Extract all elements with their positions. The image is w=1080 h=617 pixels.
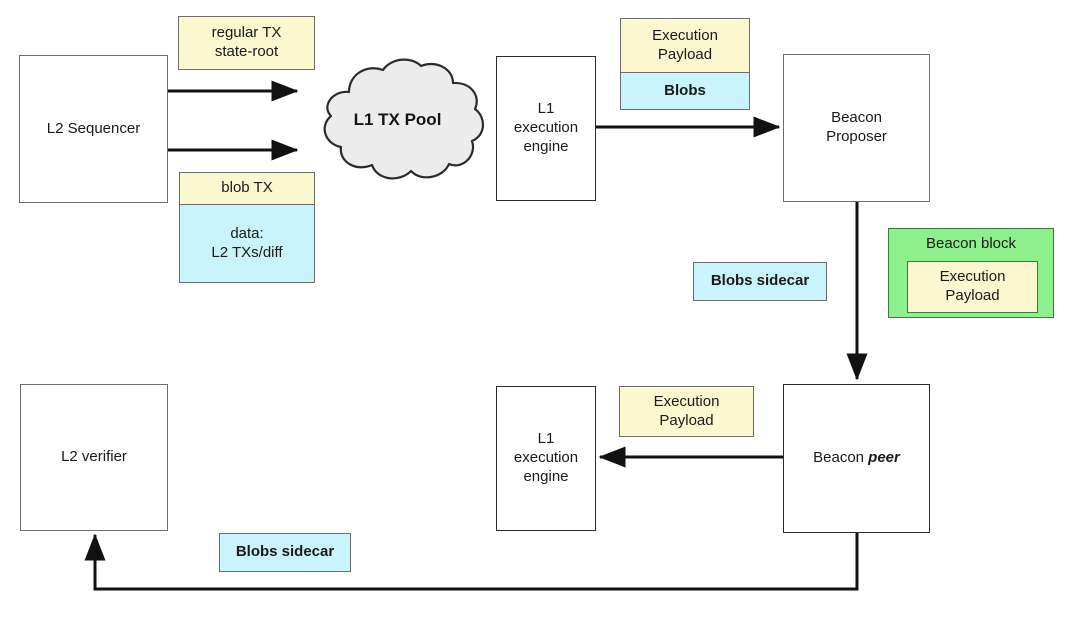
- blobs-segment-label: Blobs: [664, 81, 706, 99]
- blob-tx-body-line1: data:: [230, 224, 264, 242]
- blobs-segment: Blobs: [621, 72, 749, 109]
- beacon-proposer-line1: Beacon: [831, 109, 882, 127]
- blob-tx-header-label: blob TX: [221, 179, 273, 197]
- blob-tx-body: data: L2 TXs/diff: [180, 204, 314, 282]
- execution-payload-header: Execution Payload: [621, 19, 749, 72]
- node-l1-tx-pool[interactable]: L1 TX Pool: [305, 52, 490, 192]
- node-execution-payload-blobs[interactable]: Execution Payload Blobs: [620, 18, 750, 110]
- node-blobs-sidecar-top[interactable]: Blobs sidecar: [693, 262, 827, 301]
- node-beacon-peer[interactable]: Beacon peer: [783, 384, 930, 533]
- beacon-block-inner-line1: Execution: [939, 268, 1006, 286]
- node-execution-payload-bottom[interactable]: Execution Payload: [619, 386, 754, 437]
- blobs-sidecar-bottom-label: Blobs sidecar: [235, 543, 335, 561]
- node-l2-verifier[interactable]: L2 verifier: [20, 384, 168, 531]
- node-l2-sequencer[interactable]: L2 Sequencer: [19, 55, 168, 203]
- l1-exec-top-line2: execution: [513, 119, 579, 137]
- node-regular-tx[interactable]: regular TX state-root: [178, 16, 315, 70]
- beacon-peer-prefix: Beacon: [813, 449, 869, 467]
- beacon-proposer-line2: Proposer: [826, 128, 887, 145]
- l1-exec-top-line3: engine: [523, 137, 569, 155]
- execution-payload-bottom-line2: Payload: [659, 411, 714, 429]
- regular-tx-line1: regular TX: [211, 24, 282, 42]
- beacon-block-inner-line2: Payload: [945, 287, 1000, 304]
- beacon-block-title: Beacon block: [925, 235, 1017, 252]
- l2-sequencer-label: L2 Sequencer: [46, 119, 141, 137]
- beacon-peer-emphasis: peer: [868, 449, 900, 467]
- execution-payload-header-line2: Payload: [657, 45, 713, 63]
- l1-tx-pool-label: L1 TX Pool: [353, 110, 442, 129]
- blobs-sidecar-top-label: Blobs sidecar: [710, 272, 810, 290]
- node-beacon-block[interactable]: Beacon block Execution Payload: [888, 228, 1054, 318]
- l1-exec-bottom-line2: execution: [513, 449, 579, 467]
- node-beacon-proposer[interactable]: Beacon Proposer: [783, 54, 930, 202]
- execution-payload-header-line1: Execution: [652, 26, 718, 44]
- blob-tx-body-line2: L2 TXs/diff: [211, 243, 283, 261]
- blob-tx-header: blob TX: [180, 173, 314, 204]
- l2-verifier-label: L2 verifier: [61, 448, 127, 466]
- diagram-canvas: L2 Sequencer regular TX state-root blob …: [0, 0, 1080, 617]
- beacon-block-inner-execution-payload: Execution Payload: [907, 261, 1038, 313]
- node-blob-tx[interactable]: blob TX data: L2 TXs/diff: [179, 172, 315, 283]
- node-l1-execution-engine-bottom[interactable]: L1 execution engine: [496, 386, 596, 531]
- beacon-peer-label: Beacon peer: [813, 449, 900, 468]
- regular-tx-line2: state-root: [214, 43, 279, 60]
- node-l1-execution-engine-top[interactable]: L1 execution engine: [496, 56, 596, 201]
- execution-payload-bottom-line1: Execution: [653, 392, 720, 410]
- l1-exec-bottom-line1: L1: [537, 430, 555, 448]
- l1-exec-top-line1: L1: [537, 100, 555, 118]
- l1-exec-bottom-line3: engine: [523, 467, 569, 485]
- node-blobs-sidecar-bottom[interactable]: Blobs sidecar: [219, 533, 351, 572]
